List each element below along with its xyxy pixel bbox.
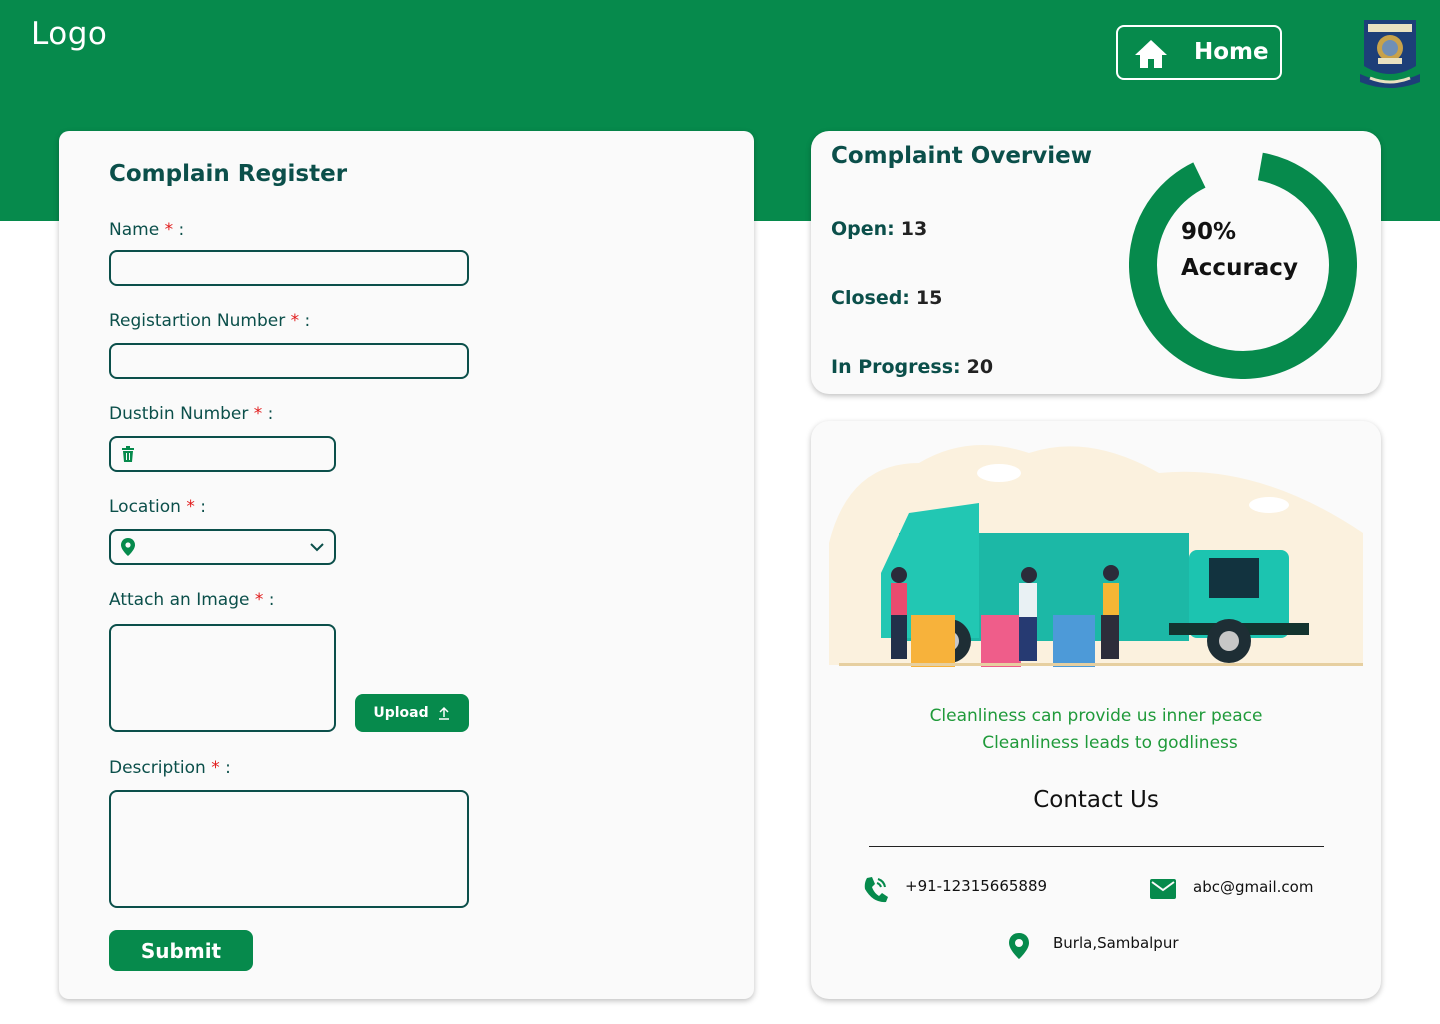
dustbin-label: Dustbin Number * :	[109, 404, 274, 424]
upload-label: Upload	[373, 705, 429, 721]
upload-button[interactable]: Upload	[355, 694, 469, 732]
home-icon	[1135, 40, 1167, 68]
name-field[interactable]	[109, 250, 469, 286]
image-preview-box[interactable]	[109, 624, 336, 732]
complaint-overview-card: Complaint Overview Open: 13 Closed: 15 In …	[811, 131, 1381, 394]
trash-icon	[122, 446, 134, 462]
mail-icon	[1150, 879, 1176, 899]
description-textarea[interactable]	[111, 792, 467, 906]
logo[interactable]: Logo	[31, 16, 107, 52]
map-pin-icon	[121, 538, 135, 556]
complain-form-card: Complain Register Name * : Registartion …	[59, 131, 754, 999]
stat-closed: Closed: 15	[831, 287, 943, 309]
home-button[interactable]: Home	[1116, 25, 1282, 80]
overview-title: Complaint Overview	[831, 143, 1092, 169]
registration-label: Registartion Number * :	[109, 311, 311, 331]
name-input[interactable]	[111, 252, 467, 284]
contact-title: Contact Us	[1033, 787, 1159, 813]
stat-open: Open: 13	[831, 218, 928, 240]
phone-icon	[864, 877, 888, 903]
university-emblem	[1360, 20, 1420, 88]
description-label: Description * :	[109, 758, 231, 778]
image-label: Attach an Image * :	[109, 590, 275, 610]
home-label: Home	[1194, 39, 1269, 65]
location-select[interactable]	[109, 529, 336, 565]
location-label: Location * :	[109, 497, 206, 517]
accuracy-label: Accuracy	[1181, 255, 1298, 281]
accuracy-value: 90%	[1181, 219, 1237, 245]
description-field[interactable]	[109, 790, 469, 908]
contact-address: Burla,Sambalpur	[1053, 934, 1179, 952]
map-pin-icon	[1009, 933, 1029, 959]
contact-phone[interactable]: +91-12315665889	[905, 877, 1047, 895]
registration-field[interactable]	[109, 343, 469, 379]
upload-arrow-icon	[438, 706, 449, 720]
quote-line-2: Cleanliness leads to godliness	[982, 733, 1238, 753]
contact-email[interactable]: abc@gmail.com	[1193, 878, 1313, 896]
chevron-down-icon	[310, 543, 324, 552]
stat-in-progress: In Progress: 20	[831, 356, 994, 378]
dustbin-field[interactable]	[109, 436, 336, 472]
registration-input[interactable]	[111, 345, 467, 377]
dustbin-input[interactable]	[111, 438, 334, 470]
submit-button[interactable]: Submit	[109, 930, 253, 971]
name-label: Name * :	[109, 220, 185, 240]
info-card: Cleanliness can provide us inner peace C…	[811, 421, 1381, 999]
quote-line-1: Cleanliness can provide us inner peace	[929, 706, 1263, 726]
contact-divider	[869, 846, 1324, 847]
garbage-truck-illustration	[829, 445, 1363, 667]
form-title: Complain Register	[109, 161, 348, 187]
